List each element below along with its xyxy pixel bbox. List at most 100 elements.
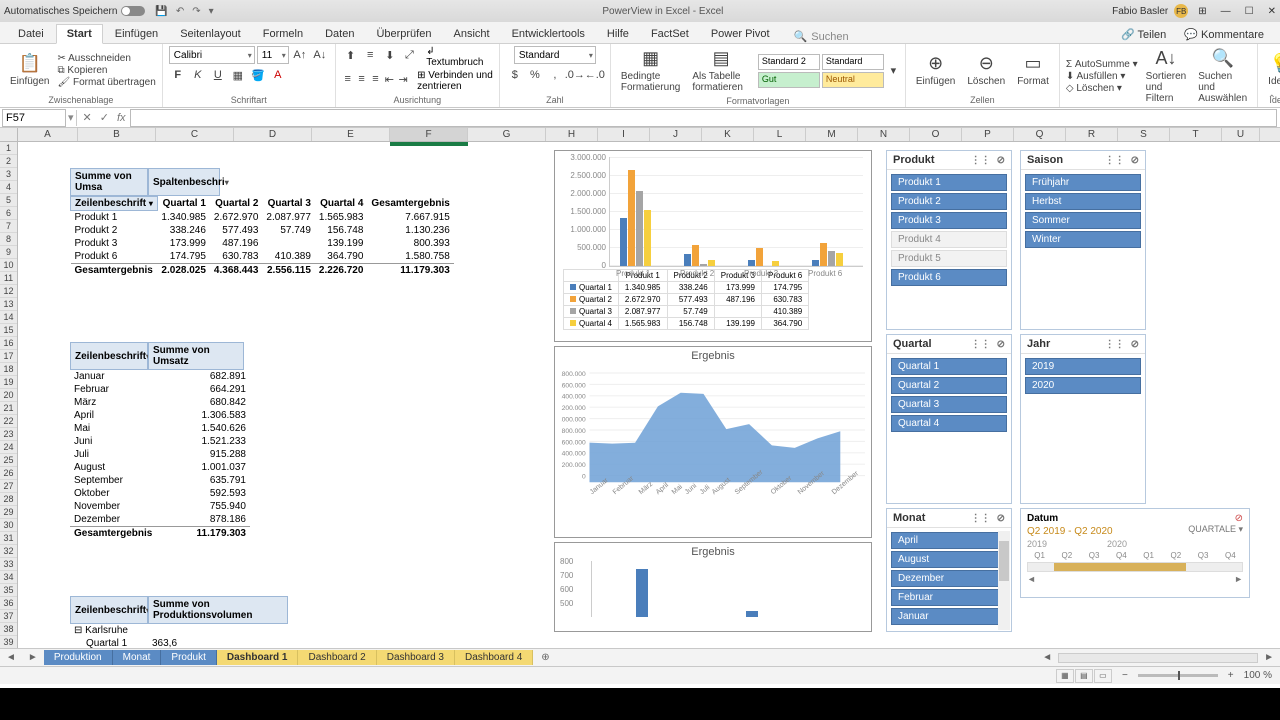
slicer-item[interactable]: Produkt 1 (891, 174, 1007, 191)
slicer-item[interactable]: 2020 (1025, 377, 1141, 394)
inc-decimal-icon[interactable]: .0→ (566, 66, 584, 84)
slicer-jahr[interactable]: Jahr⋮⋮⊘20192020 (1020, 334, 1146, 504)
row-header[interactable]: 6 (0, 207, 17, 220)
col-header[interactable]: J (650, 128, 702, 141)
dec-decimal-icon[interactable]: ←.0 (586, 66, 604, 84)
row-header[interactable]: 12 (0, 285, 17, 298)
font-size-combo[interactable]: 11 (257, 46, 289, 64)
chart-area-ergebnis[interactable]: Ergebnis 1.800.0001.600.0001.400.0001.20… (554, 346, 872, 538)
slicer-monat[interactable]: Monat⋮⋮⊘AprilAugustDezemberFebruarJanuar (886, 508, 1012, 632)
find-select-button[interactable]: 🔍Suchen und Auswählen (1194, 46, 1251, 106)
col-header[interactable]: N (858, 128, 910, 141)
italic-icon[interactable]: K (189, 66, 207, 84)
align-left-icon[interactable]: ≡ (342, 70, 354, 88)
col-header[interactable]: H (546, 128, 598, 141)
user-account[interactable]: Fabio Basler FB (1112, 4, 1188, 18)
formula-input[interactable] (130, 109, 1277, 127)
row-header[interactable]: 19 (0, 376, 17, 389)
slicer-item[interactable]: Produkt 3 (891, 212, 1007, 229)
ribbon-tab-datei[interactable]: Datei (8, 25, 54, 43)
multi-select-icon[interactable]: ⋮⋮ (1105, 339, 1125, 350)
view-break-icon[interactable]: ▭ (1094, 669, 1112, 683)
ribbon-mode-icon[interactable]: ⊞ (1198, 6, 1206, 17)
pivot-table-produktion[interactable]: Zeilenbeschrift▾ Summe von Produktionsvo… (70, 596, 290, 648)
row-header[interactable]: 5 (0, 194, 17, 207)
slicer-quartal[interactable]: Quartal⋮⋮⊘Quartal 1Quartal 2Quartal 3Qua… (886, 334, 1012, 504)
close-icon[interactable]: ✕ (1268, 6, 1276, 17)
row-header[interactable]: 35 (0, 584, 17, 597)
row-header[interactable]: 2 (0, 155, 17, 168)
select-all-corner[interactable] (0, 128, 18, 141)
row-header[interactable]: 30 (0, 519, 17, 532)
slicer-saison[interactable]: Saison⋮⋮⊘FrühjahrHerbstSommerWinter (1020, 150, 1146, 330)
border-icon[interactable]: ▦ (229, 66, 247, 84)
cut-button[interactable]: ✂ Ausschneiden (57, 53, 155, 64)
row-header[interactable]: 39 (0, 636, 17, 648)
format-table-button[interactable]: ▤Als Tabelle formatieren (688, 46, 754, 95)
row-header[interactable]: 18 (0, 363, 17, 376)
currency-icon[interactable]: $ (506, 66, 524, 84)
hscrollbar[interactable] (1058, 653, 1258, 663)
fill-button[interactable]: ⬇ Ausfüllen ▾ (1066, 71, 1138, 82)
ribbon-tab-start[interactable]: Start (56, 24, 103, 44)
cond-format-button[interactable]: ▦Bedingte Formatierung (617, 46, 684, 95)
sheet-tab[interactable]: Dashboard 2 (298, 650, 376, 665)
col-header[interactable]: U (1222, 128, 1260, 141)
zoom-level[interactable]: 100 % (1244, 670, 1272, 681)
sheet-tab[interactable]: Dashboard 3 (377, 650, 455, 665)
bold-icon[interactable]: F (169, 66, 187, 84)
col-header[interactable]: M (806, 128, 858, 141)
col-header[interactable]: T (1170, 128, 1222, 141)
timeline-datum[interactable]: Datum⊘ Q2 2019 - Q2 2020QUARTALE ▾ 20192… (1020, 508, 1250, 598)
comments-button[interactable]: 💬 Kommentare (1176, 26, 1272, 43)
slicer-item[interactable]: Frühjahr (1025, 174, 1141, 191)
merge-button[interactable]: ⊞ Verbinden und zentrieren (417, 70, 493, 92)
ribbon-tab-daten[interactable]: Daten (315, 25, 364, 43)
row-header[interactable]: 15 (0, 324, 17, 337)
ribbon-tab-hilfe[interactable]: Hilfe (597, 25, 639, 43)
slicer-item[interactable]: Quartal 1 (891, 358, 1007, 375)
row-header[interactable]: 38 (0, 623, 17, 636)
insert-cells-button[interactable]: ⊕Einfügen (912, 51, 959, 89)
paste-button[interactable]: 📋Einfügen (6, 51, 53, 89)
orientation-icon[interactable]: ⤢ (401, 46, 419, 64)
slicer-item[interactable]: Sommer (1025, 212, 1141, 229)
col-header[interactable]: L (754, 128, 806, 141)
sheet-tab[interactable]: Produktion (44, 650, 113, 665)
ribbon-tab-entwicklertools[interactable]: Entwicklertools (502, 25, 595, 43)
ribbon-tab-seitenlayout[interactable]: Seitenlayout (170, 25, 251, 43)
clear-filter-icon[interactable]: ⊘ (1235, 513, 1243, 524)
ribbon-tab-formeln[interactable]: Formeln (253, 25, 313, 43)
align-mid-icon[interactable]: ≡ (361, 46, 379, 64)
multi-select-icon[interactable]: ⋮⋮ (971, 339, 991, 350)
row-header[interactable]: 8 (0, 233, 17, 246)
undo-icon[interactable]: ↶ (176, 6, 184, 17)
underline-icon[interactable]: U (209, 66, 227, 84)
row-header[interactable]: 3 (0, 168, 17, 181)
col-header[interactable]: B (78, 128, 156, 141)
slicer-item[interactable]: August (891, 551, 1007, 568)
slicer-item[interactable]: Quartal 2 (891, 377, 1007, 394)
row-header[interactable]: 25 (0, 454, 17, 467)
align-right-icon[interactable]: ≡ (370, 70, 382, 88)
clear-button[interactable]: ◇ Löschen ▾ (1066, 83, 1138, 94)
sheet-nav-prev-icon[interactable]: ◄ (0, 652, 22, 663)
add-sheet-icon[interactable]: ⊕ (533, 650, 557, 665)
timeline-prev-icon[interactable]: ◄ (1027, 574, 1036, 584)
comma-icon[interactable]: , (546, 66, 564, 84)
format-painter-button[interactable]: 🖌 Format übertragen (57, 77, 155, 88)
row-header[interactable]: 13 (0, 298, 17, 311)
row-header[interactable]: 34 (0, 571, 17, 584)
cell-style[interactable]: Standard (822, 54, 884, 70)
sheet-tab[interactable]: Monat (113, 650, 162, 665)
namebox-dropdown-icon[interactable]: ▾ (68, 111, 74, 124)
timeline-unit[interactable]: QUARTALE ▾ (1188, 524, 1243, 539)
multi-select-icon[interactable]: ⋮⋮ (971, 155, 991, 166)
row-header[interactable]: 11 (0, 272, 17, 285)
pivot-table-months[interactable]: Zeilenbeschrift▾ Summe von Umsatz Januar… (70, 342, 250, 540)
ribbon-tab-factset[interactable]: FactSet (641, 25, 699, 43)
share-button[interactable]: 🔗 Teilen (1113, 26, 1174, 43)
minimize-icon[interactable]: — (1221, 6, 1231, 17)
slicer-item[interactable]: Herbst (1025, 193, 1141, 210)
slicer-item[interactable]: April (891, 532, 1007, 549)
